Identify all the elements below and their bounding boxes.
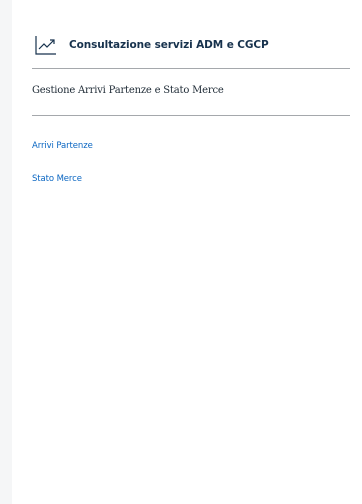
panel-header: Consultazione servizi ADM e CGCP [34, 28, 340, 62]
trending-up-icon [34, 33, 58, 57]
section-title: Gestione Arrivi Partenze e Stato Merce [32, 85, 224, 96]
nav-link-arrivi-partenze[interactable]: Arrivi Partenze [32, 141, 93, 151]
side-panel: Consultazione servizi ADM e CGCP Gestion… [12, 0, 362, 504]
page-title: Consultazione servizi ADM e CGCP [69, 39, 269, 51]
section-divider [32, 115, 350, 116]
nav-link-stato-merce[interactable]: Stato Merce [32, 174, 82, 184]
header-divider [32, 68, 350, 69]
